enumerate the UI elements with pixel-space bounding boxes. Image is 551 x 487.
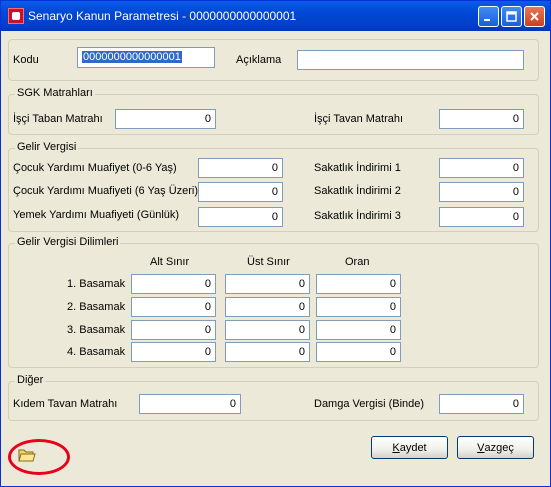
kodu-field[interactable]: 0000000000000001 bbox=[77, 47, 215, 68]
app-icon bbox=[8, 8, 24, 24]
basamak-1-label: 1. Basamak bbox=[67, 278, 126, 290]
cancel-label: azgeç bbox=[484, 441, 514, 454]
kodu-label: Kodu bbox=[13, 54, 39, 66]
basamak-2-alt-field[interactable]: 0 bbox=[131, 297, 216, 317]
basamak-4-alt-field[interactable]: 0 bbox=[131, 342, 216, 362]
gelir-vergisi-group-title: Gelir Vergisi bbox=[15, 141, 79, 153]
dialog-window: Senaryo Kanun Parametresi - 000000000000… bbox=[0, 0, 551, 487]
cocuk-0-6-field[interactable]: 0 bbox=[198, 158, 283, 178]
isci-taban-label: İşçi Taban Matrahı bbox=[13, 113, 103, 125]
cocuk-6-plus-label: Çocuk Yardımı Muafiyeti (6 Yaş Üzeri) bbox=[13, 185, 199, 197]
maximize-icon bbox=[506, 11, 517, 22]
isci-tavan-label: İşçi Tavan Matrahı bbox=[314, 113, 404, 125]
close-button[interactable] bbox=[524, 6, 545, 27]
basamak-3-ust-field[interactable]: 0 bbox=[225, 320, 310, 340]
sakatlik-2-label: Sakatlık İndirimi 2 bbox=[314, 185, 401, 197]
dilimler-group-title: Gelir Vergisi Dilimleri bbox=[15, 236, 121, 248]
kodu-value: 0000000000000001 bbox=[82, 51, 182, 63]
basamak-2-ust-field[interactable]: 0 bbox=[225, 297, 310, 317]
folder-icon bbox=[18, 449, 36, 461]
basamak-4-ust-field[interactable]: 0 bbox=[225, 342, 310, 362]
basamak-2-oran-field[interactable]: 0 bbox=[316, 297, 401, 317]
basamak-1-oran-field[interactable]: 0 bbox=[316, 274, 401, 294]
basamak-4-oran-field[interactable]: 0 bbox=[316, 342, 401, 362]
basamak-1-ust-field[interactable]: 0 bbox=[225, 274, 310, 294]
basamak-3-alt-field[interactable]: 0 bbox=[131, 320, 216, 340]
aciklama-label: Açıklama bbox=[236, 54, 282, 66]
cocuk-6-plus-field[interactable]: 0 bbox=[198, 182, 283, 202]
kidem-label: Kıdem Tavan Matrahı bbox=[13, 398, 118, 410]
sakatlik-1-label: Sakatlık İndirimi 1 bbox=[314, 162, 401, 174]
dialog-content: Kodu 0000000000000001 Açıklama SGK Matra… bbox=[4, 31, 549, 485]
minimize-icon bbox=[484, 19, 490, 21]
col-header-alt-sinir: Alt Sınır bbox=[150, 256, 190, 268]
col-header-ust-sinir: Üst Sınır bbox=[247, 256, 290, 268]
minimize-button[interactable] bbox=[478, 6, 499, 27]
yemek-label: Yemek Yardımı Muafiyeti (Günlük) bbox=[13, 209, 180, 221]
basamak-3-oran-field[interactable]: 0 bbox=[316, 320, 401, 340]
col-header-oran: Oran bbox=[345, 256, 370, 268]
sakatlik-1-field[interactable]: 0 bbox=[439, 158, 524, 178]
damga-field[interactable]: 0 bbox=[439, 394, 524, 414]
kidem-field[interactable]: 0 bbox=[139, 394, 241, 414]
sakatlik-2-field[interactable]: 0 bbox=[439, 182, 524, 202]
sakatlik-3-label: Sakatlık İndirimi 3 bbox=[314, 210, 401, 222]
save-mnemonic: K bbox=[392, 441, 400, 454]
cocuk-0-6-label: Çocuk Yardımı Muafiyet (0-6 Yaş) bbox=[13, 162, 177, 174]
basamak-4-label: 4. Basamak bbox=[67, 346, 126, 358]
sgk-group-title: SGK Matrahları bbox=[15, 87, 95, 99]
maximize-button[interactable] bbox=[501, 6, 522, 27]
basamak-2-label: 2. Basamak bbox=[67, 301, 126, 313]
close-icon bbox=[530, 12, 539, 21]
window-title: Senaryo Kanun Parametresi - 000000000000… bbox=[28, 9, 297, 23]
damga-label: Damga Vergisi (Binde) bbox=[314, 398, 425, 410]
basamak-3-label: 3. Basamak bbox=[67, 324, 126, 336]
isci-tavan-field[interactable]: 0 bbox=[439, 109, 524, 129]
open-folder-button[interactable] bbox=[15, 443, 39, 465]
save-button[interactable]: Kaydet bbox=[371, 436, 448, 459]
basamak-1-alt-field[interactable]: 0 bbox=[131, 274, 216, 294]
title-bar[interactable]: Senaryo Kanun Parametresi - 000000000000… bbox=[1, 1, 550, 31]
save-label: aydet bbox=[399, 441, 427, 454]
cancel-mnemonic: V bbox=[477, 441, 485, 454]
aciklama-field[interactable] bbox=[297, 50, 524, 70]
cancel-button[interactable]: Vazgeç bbox=[457, 436, 534, 459]
diger-group-title: Diğer bbox=[15, 374, 46, 386]
sakatlik-3-field[interactable]: 0 bbox=[439, 207, 524, 227]
isci-taban-field[interactable]: 0 bbox=[115, 109, 216, 129]
yemek-field[interactable]: 0 bbox=[198, 207, 283, 227]
